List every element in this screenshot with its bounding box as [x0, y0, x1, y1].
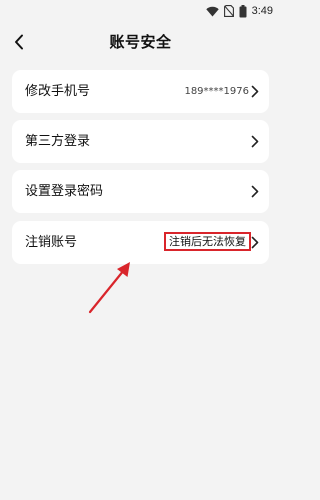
status-time: 3:49	[251, 5, 273, 17]
wifi-icon	[205, 6, 219, 16]
header: 账号安全	[0, 22, 281, 64]
cancel-account-item[interactable]: 注销账号 注销后无法恢复	[12, 221, 269, 264]
page-title: 账号安全	[109, 33, 172, 51]
third-party-login-item[interactable]: 第三方登录	[12, 120, 269, 163]
annotation-arrow	[88, 262, 130, 314]
no-sim-icon	[223, 5, 234, 17]
phone-number-value: 189****1976	[184, 86, 249, 97]
third-party-login-label: 第三方登录	[25, 134, 91, 149]
highlight-box: 注销后无法恢复	[164, 232, 251, 251]
set-login-password-item[interactable]: 设置登录密码	[12, 170, 269, 213]
chevron-right-icon	[251, 236, 259, 249]
status-bar: 3:49	[0, 0, 281, 22]
chevron-right-icon	[251, 85, 259, 98]
change-phone-label: 修改手机号	[25, 84, 91, 99]
status-icons: 3:49	[205, 4, 273, 18]
chevron-right-icon	[251, 185, 259, 198]
battery-icon	[239, 4, 247, 17]
cancel-account-label: 注销账号	[25, 235, 78, 250]
cancel-account-warning: 注销后无法恢复	[169, 235, 246, 248]
set-login-password-label: 设置登录密码	[25, 184, 104, 199]
chevron-right-icon	[251, 135, 259, 148]
change-phone-item[interactable]: 修改手机号 189****1976	[12, 70, 269, 113]
